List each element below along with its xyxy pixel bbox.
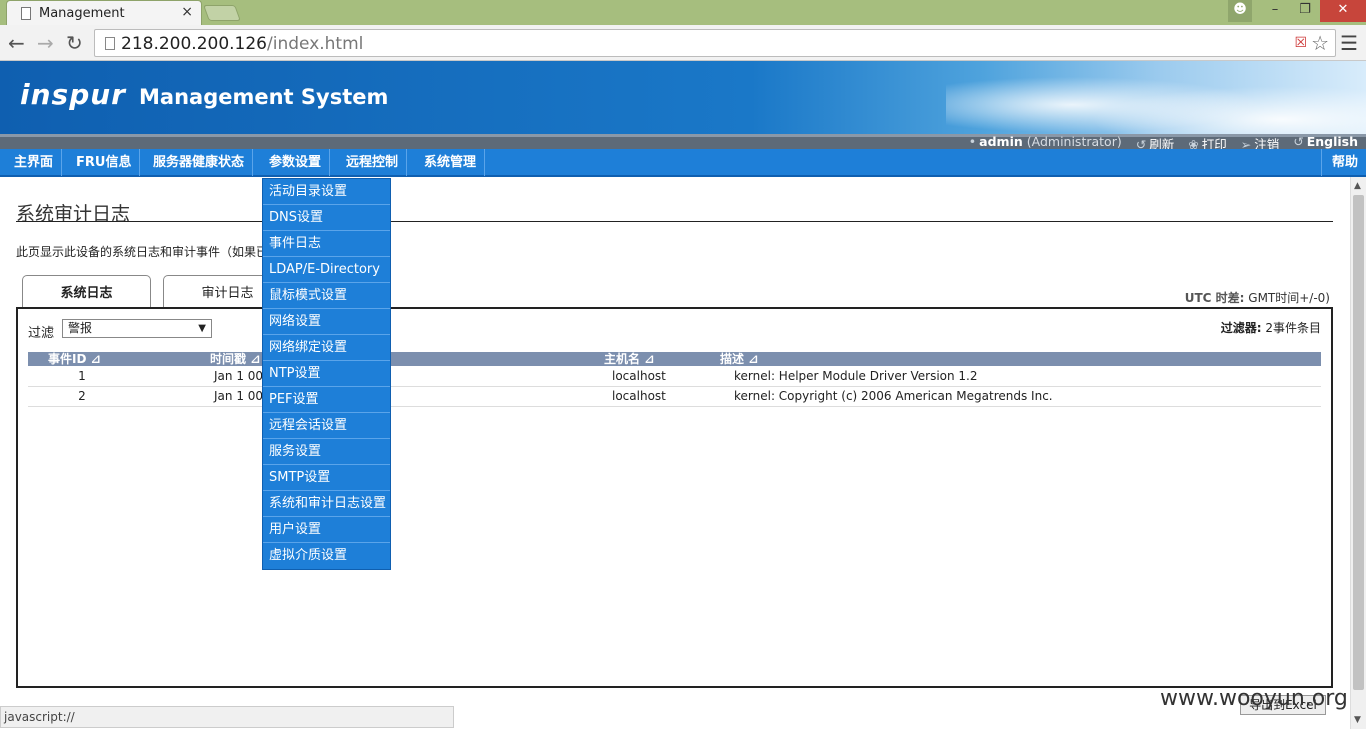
cell-desc: kernel: Copyright (c) 2006 American Mega… <box>712 386 1321 407</box>
page-icon <box>105 37 115 50</box>
inspur-logo: inspur <box>20 78 126 111</box>
vertical-scrollbar[interactable]: ▲ ▼ <box>1350 177 1366 729</box>
browser-titlebar: Management × ☻ – ❐ ✕ <box>0 0 1366 25</box>
menu-item-remote-session[interactable]: 远程会话设置 <box>263 413 390 439</box>
menu-item-users[interactable]: 用户设置 <box>263 517 390 543</box>
system-title: Management System <box>139 85 389 109</box>
forward-icon[interactable]: → <box>37 31 54 55</box>
scroll-thumb[interactable] <box>1353 195 1364 690</box>
menu-item-event-log[interactable]: 事件日志 <box>263 231 390 257</box>
cell-desc: kernel: Helper Module Driver Version 1.2 <box>712 366 1321 387</box>
back-icon[interactable]: ← <box>8 31 25 55</box>
utc-offset: UTC 时差: GMT时间+/-0) <box>1184 291 1330 305</box>
page-banner: inspur Management System <box>0 61 1366 134</box>
settings-dropdown: 活动目录设置 DNS设置 事件日志 LDAP/E-Directory 鼠标模式设… <box>262 178 391 570</box>
nav-help[interactable]: 帮助 <box>1320 149 1366 176</box>
cell-id: 2 <box>28 386 136 407</box>
dropdown-arrow-icon: ▼ <box>198 323 206 334</box>
cell-host: localhost <box>522 366 712 387</box>
nav-home[interactable]: 主界面 <box>6 149 63 176</box>
new-tab-button[interactable] <box>203 5 241 21</box>
reload-icon[interactable]: ↻ <box>66 31 83 55</box>
main-nav: 主界面 FRU信息 服务器健康状态 参数设置 远程控制 系统管理 帮助 <box>0 149 1366 177</box>
cell-host: localhost <box>522 386 712 407</box>
menu-item-active-directory[interactable]: 活动目录设置 <box>263 179 390 205</box>
cloud-decoration <box>946 61 1366 134</box>
col-event-id[interactable]: 事件ID ⊿ <box>28 352 136 366</box>
nav-fru[interactable]: FRU信息 <box>68 149 141 176</box>
page-description: 此页显示此设备的系统日志和审计事件（如果已 <box>16 245 269 259</box>
bookmark-star-icon[interactable]: ☆ <box>1311 31 1329 55</box>
language-icon: ↺ <box>1293 134 1304 149</box>
table-row[interactable]: 2 Jan 1 00 localhost kernel: Copyright (… <box>28 386 1321 407</box>
cell-id: 1 <box>28 366 136 387</box>
title-divider <box>16 221 1333 222</box>
page-icon <box>21 7 31 20</box>
nav-system-admin[interactable]: 系统管理 <box>416 149 486 176</box>
browser-toolbar: ← → ↻ 218.200.200.126/index.html ☒ ☆ ☰ <box>0 25 1366 61</box>
menu-item-network[interactable]: 网络设置 <box>263 309 390 335</box>
tab-title: Management <box>39 6 125 21</box>
browser-tab[interactable]: Management × <box>6 0 202 25</box>
user-icon: • <box>968 134 977 149</box>
col-hostname[interactable]: 主机名 ⊿ <box>522 352 712 366</box>
scroll-down-icon[interactable]: ▼ <box>1354 715 1361 725</box>
event-log-table: 事件ID ⊿ 时间戳 ⊿ 主机名 ⊿ 描述 ⊿ 1 Jan 1 00 local… <box>28 352 1321 407</box>
browser-menu-icon[interactable]: ☰ <box>1340 31 1358 55</box>
url-text[interactable]: 218.200.200.126/index.html <box>121 34 363 54</box>
address-bar[interactable]: 218.200.200.126/index.html ☒ ☆ <box>94 29 1336 57</box>
nav-server-health[interactable]: 服务器健康状态 <box>145 149 254 176</box>
menu-item-system-audit-log[interactable]: 系统和审计日志设置 <box>263 491 390 517</box>
tab-system-log[interactable]: 系统日志 <box>22 275 151 308</box>
log-panel: 过滤 警报 ▼ 过滤器: 2事件条目 事件ID ⊿ 时间戳 ⊿ 主机名 ⊿ 描述… <box>16 307 1333 688</box>
table-row[interactable]: 1 Jan 1 00 localhost kernel: Helper Modu… <box>28 366 1321 387</box>
minimize-icon[interactable]: – <box>1260 0 1290 22</box>
watermark: www.wooyun.org <box>1160 686 1348 711</box>
menu-item-smtp[interactable]: SMTP设置 <box>263 465 390 491</box>
main-content: 系统审计日志 此页显示此设备的系统日志和审计事件（如果已 系统日志 审计日志 U… <box>0 177 1350 729</box>
blocked-popup-icon[interactable]: ☒ <box>1294 35 1307 51</box>
filter-select[interactable]: 警报 ▼ <box>62 319 212 338</box>
nav-remote-control[interactable]: 远程控制 <box>338 149 408 176</box>
menu-item-mouse-mode[interactable]: 鼠标模式设置 <box>263 283 390 309</box>
scroll-up-icon[interactable]: ▲ <box>1354 181 1361 191</box>
close-window-icon[interactable]: ✕ <box>1320 0 1366 22</box>
status-bar: javascript:// <box>0 706 454 728</box>
restore-icon[interactable]: ❐ <box>1290 0 1320 22</box>
menu-item-network-bonding[interactable]: 网络绑定设置 <box>263 335 390 361</box>
menu-item-virtual-media[interactable]: 虚拟介质设置 <box>263 543 390 569</box>
close-tab-icon[interactable]: × <box>181 4 193 20</box>
menu-item-services[interactable]: 服务设置 <box>263 439 390 465</box>
col-description[interactable]: 描述 ⊿ <box>712 352 1321 366</box>
profile-icon[interactable]: ☻ <box>1228 0 1252 22</box>
filter-label: 过滤 <box>28 326 55 341</box>
filter-count: 过滤器: 2事件条目 <box>1220 321 1321 335</box>
menu-item-dns[interactable]: DNS设置 <box>263 205 390 231</box>
menu-item-ntp[interactable]: NTP设置 <box>263 361 390 387</box>
nav-settings[interactable]: 参数设置 <box>261 149 331 176</box>
user-bar: • admin (Administrator) ↺ 刷新 ❀ 打印 ➢ 注销 ↺ Engl… <box>0 134 1366 152</box>
menu-item-ldap[interactable]: LDAP/E-Directory <box>263 257 390 283</box>
menu-item-pef[interactable]: PEF设置 <box>263 387 390 413</box>
